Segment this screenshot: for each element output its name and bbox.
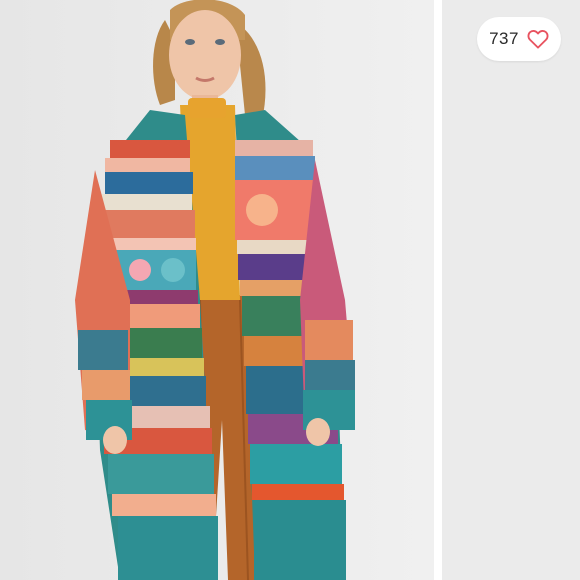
product-photo-slide[interactable] xyxy=(0,0,434,580)
image-carousel[interactable]: 737 xyxy=(0,0,580,580)
product-photo xyxy=(0,0,434,580)
like-button[interactable]: 737 xyxy=(477,17,561,61)
slide-divider xyxy=(434,0,442,580)
heart-outline-icon xyxy=(527,30,549,49)
like-count: 737 xyxy=(489,29,519,48)
next-photo-slide[interactable] xyxy=(442,0,580,580)
